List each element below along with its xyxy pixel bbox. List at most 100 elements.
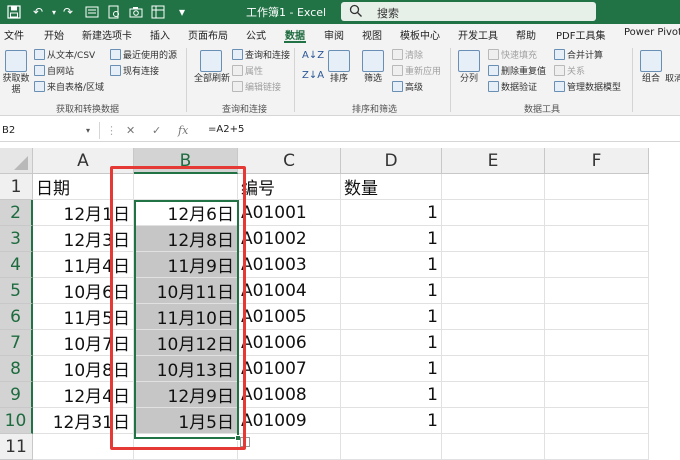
cell-c10[interactable]: A01009	[238, 408, 341, 434]
cell-a6[interactable]: 11月5日	[33, 304, 134, 330]
existing-connections-button[interactable]: 现有连接	[110, 64, 159, 77]
cell-a2[interactable]: 12月1日	[33, 200, 134, 226]
cell-f2[interactable]	[545, 200, 649, 226]
cell-f1[interactable]	[545, 174, 649, 200]
refresh-all-icon[interactable]	[200, 50, 222, 72]
insert-function-icon[interactable]: fx	[178, 124, 188, 137]
cell-f4[interactable]	[545, 252, 649, 278]
cell-d4[interactable]: 1	[341, 252, 442, 278]
cell-d9[interactable]: 1	[341, 382, 442, 408]
cell-b2[interactable]: 12月6日	[134, 200, 238, 226]
row-header-7[interactable]: 7	[0, 330, 33, 356]
cell-d2[interactable]: 1	[341, 200, 442, 226]
sort-button[interactable]: 排序	[324, 74, 354, 85]
tab-view[interactable]: 视图	[362, 27, 382, 42]
cell-b3[interactable]: 12月8日	[134, 226, 238, 252]
group-icon[interactable]	[640, 50, 662, 72]
cell-d3[interactable]: 1	[341, 226, 442, 252]
cell-d1[interactable]: 数量	[341, 174, 442, 200]
group-button[interactable]: 组合	[636, 74, 666, 85]
data-validation-button[interactable]: 数据验证	[488, 80, 537, 93]
from-table-button[interactable]: 来自表格/区域	[34, 80, 104, 93]
cell-c2[interactable]: A01001	[238, 200, 341, 226]
undo-icon[interactable]: ↶	[30, 4, 46, 20]
remove-duplicates-button[interactable]: 删除重复值	[488, 64, 546, 77]
cell-c6[interactable]: A01005	[238, 304, 341, 330]
cell-d8[interactable]: 1	[341, 356, 442, 382]
cell-a7[interactable]: 10月7日	[33, 330, 134, 356]
queries-connections-button[interactable]: 查询和连接	[232, 48, 290, 61]
cell-b9[interactable]: 12月9日	[134, 382, 238, 408]
sort-az-icon[interactable]: A↓Z	[302, 50, 324, 61]
relationships-button[interactable]: 关系	[554, 64, 585, 77]
cell-e1[interactable]	[442, 174, 545, 200]
cell-c5[interactable]: A01004	[238, 278, 341, 304]
cell-d7[interactable]: 1	[341, 330, 442, 356]
advanced-button[interactable]: 高级	[392, 80, 423, 93]
reapply-button[interactable]: 重新应用	[392, 64, 441, 77]
consolidate-button[interactable]: 合并计算	[554, 48, 603, 61]
quick-analysis-icon[interactable]	[240, 437, 250, 447]
cell-b4[interactable]: 11月9日	[134, 252, 238, 278]
redo-icon[interactable]: ↷	[60, 4, 76, 20]
from-text-csv-button[interactable]: 从文本/CSV	[34, 48, 95, 61]
select-all-button[interactable]	[0, 148, 33, 174]
cell-e11[interactable]	[442, 434, 545, 460]
cell-b7[interactable]: 10月12日	[134, 330, 238, 356]
save-icon[interactable]	[6, 4, 22, 20]
text-to-columns-button[interactable]: 分列	[454, 74, 484, 85]
filter-button[interactable]: 筛选	[358, 74, 388, 85]
row-header-8[interactable]: 8	[0, 356, 33, 382]
cell-a9[interactable]: 12月4日	[33, 382, 134, 408]
search-box[interactable]: 搜索	[341, 2, 596, 21]
cell-f3[interactable]	[545, 226, 649, 252]
cell-d11[interactable]	[341, 434, 442, 460]
formula-input[interactable]: =A2+5	[208, 124, 244, 135]
column-header-c[interactable]: C	[238, 148, 341, 174]
edit-links-button[interactable]: 编辑链接	[232, 80, 281, 93]
cell-c1[interactable]: 编号	[238, 174, 341, 200]
cell-b5[interactable]: 10月11日	[134, 278, 238, 304]
form-icon[interactable]	[84, 4, 100, 20]
cancel-icon[interactable]: ✕	[126, 124, 135, 137]
properties-button[interactable]: 属性	[232, 64, 263, 77]
cell-a5[interactable]: 10月6日	[33, 278, 134, 304]
print-preview-icon[interactable]	[106, 4, 122, 20]
row-header-1[interactable]: 1	[0, 174, 33, 200]
tab-review[interactable]: 审阅	[324, 27, 344, 42]
ungroup-button[interactable]: 取消	[664, 74, 680, 85]
cell-f6[interactable]	[545, 304, 649, 330]
cell-e6[interactable]	[442, 304, 545, 330]
cell-e4[interactable]	[442, 252, 545, 278]
cell-e9[interactable]	[442, 382, 545, 408]
cell-e7[interactable]	[442, 330, 545, 356]
tab-template-center[interactable]: 模板中心	[400, 27, 440, 42]
column-header-a[interactable]: A	[33, 148, 134, 174]
enter-icon[interactable]: ✓	[152, 124, 161, 137]
column-header-f[interactable]: F	[545, 148, 649, 174]
recent-sources-button[interactable]: 最近使用的源	[110, 48, 177, 61]
row-header-6[interactable]: 6	[0, 304, 33, 330]
row-header-10[interactable]: 10	[0, 408, 33, 434]
tab-page-layout[interactable]: 页面布局	[188, 27, 228, 42]
tab-developer[interactable]: 开发工具	[458, 27, 498, 42]
cell-e2[interactable]	[442, 200, 545, 226]
name-box[interactable]: B2	[0, 122, 100, 139]
cell-b1[interactable]	[134, 174, 238, 200]
row-header-11[interactable]: 11	[0, 434, 33, 460]
table-icon[interactable]	[150, 4, 166, 20]
column-header-b[interactable]: B	[134, 148, 238, 174]
row-header-3[interactable]: 3	[0, 226, 33, 252]
cell-f10[interactable]	[545, 408, 649, 434]
cell-e8[interactable]	[442, 356, 545, 382]
cell-e3[interactable]	[442, 226, 545, 252]
cell-a4[interactable]: 11月4日	[33, 252, 134, 278]
cell-b10[interactable]: 1月5日	[134, 408, 238, 434]
tab-home[interactable]: 开始	[44, 27, 64, 42]
row-header-5[interactable]: 5	[0, 278, 33, 304]
cell-f11[interactable]	[545, 434, 649, 460]
column-header-d[interactable]: D	[341, 148, 442, 174]
from-web-button[interactable]: 自网站	[34, 64, 74, 77]
column-header-e[interactable]: E	[442, 148, 545, 174]
flash-fill-button[interactable]: 快速填充	[488, 48, 537, 61]
